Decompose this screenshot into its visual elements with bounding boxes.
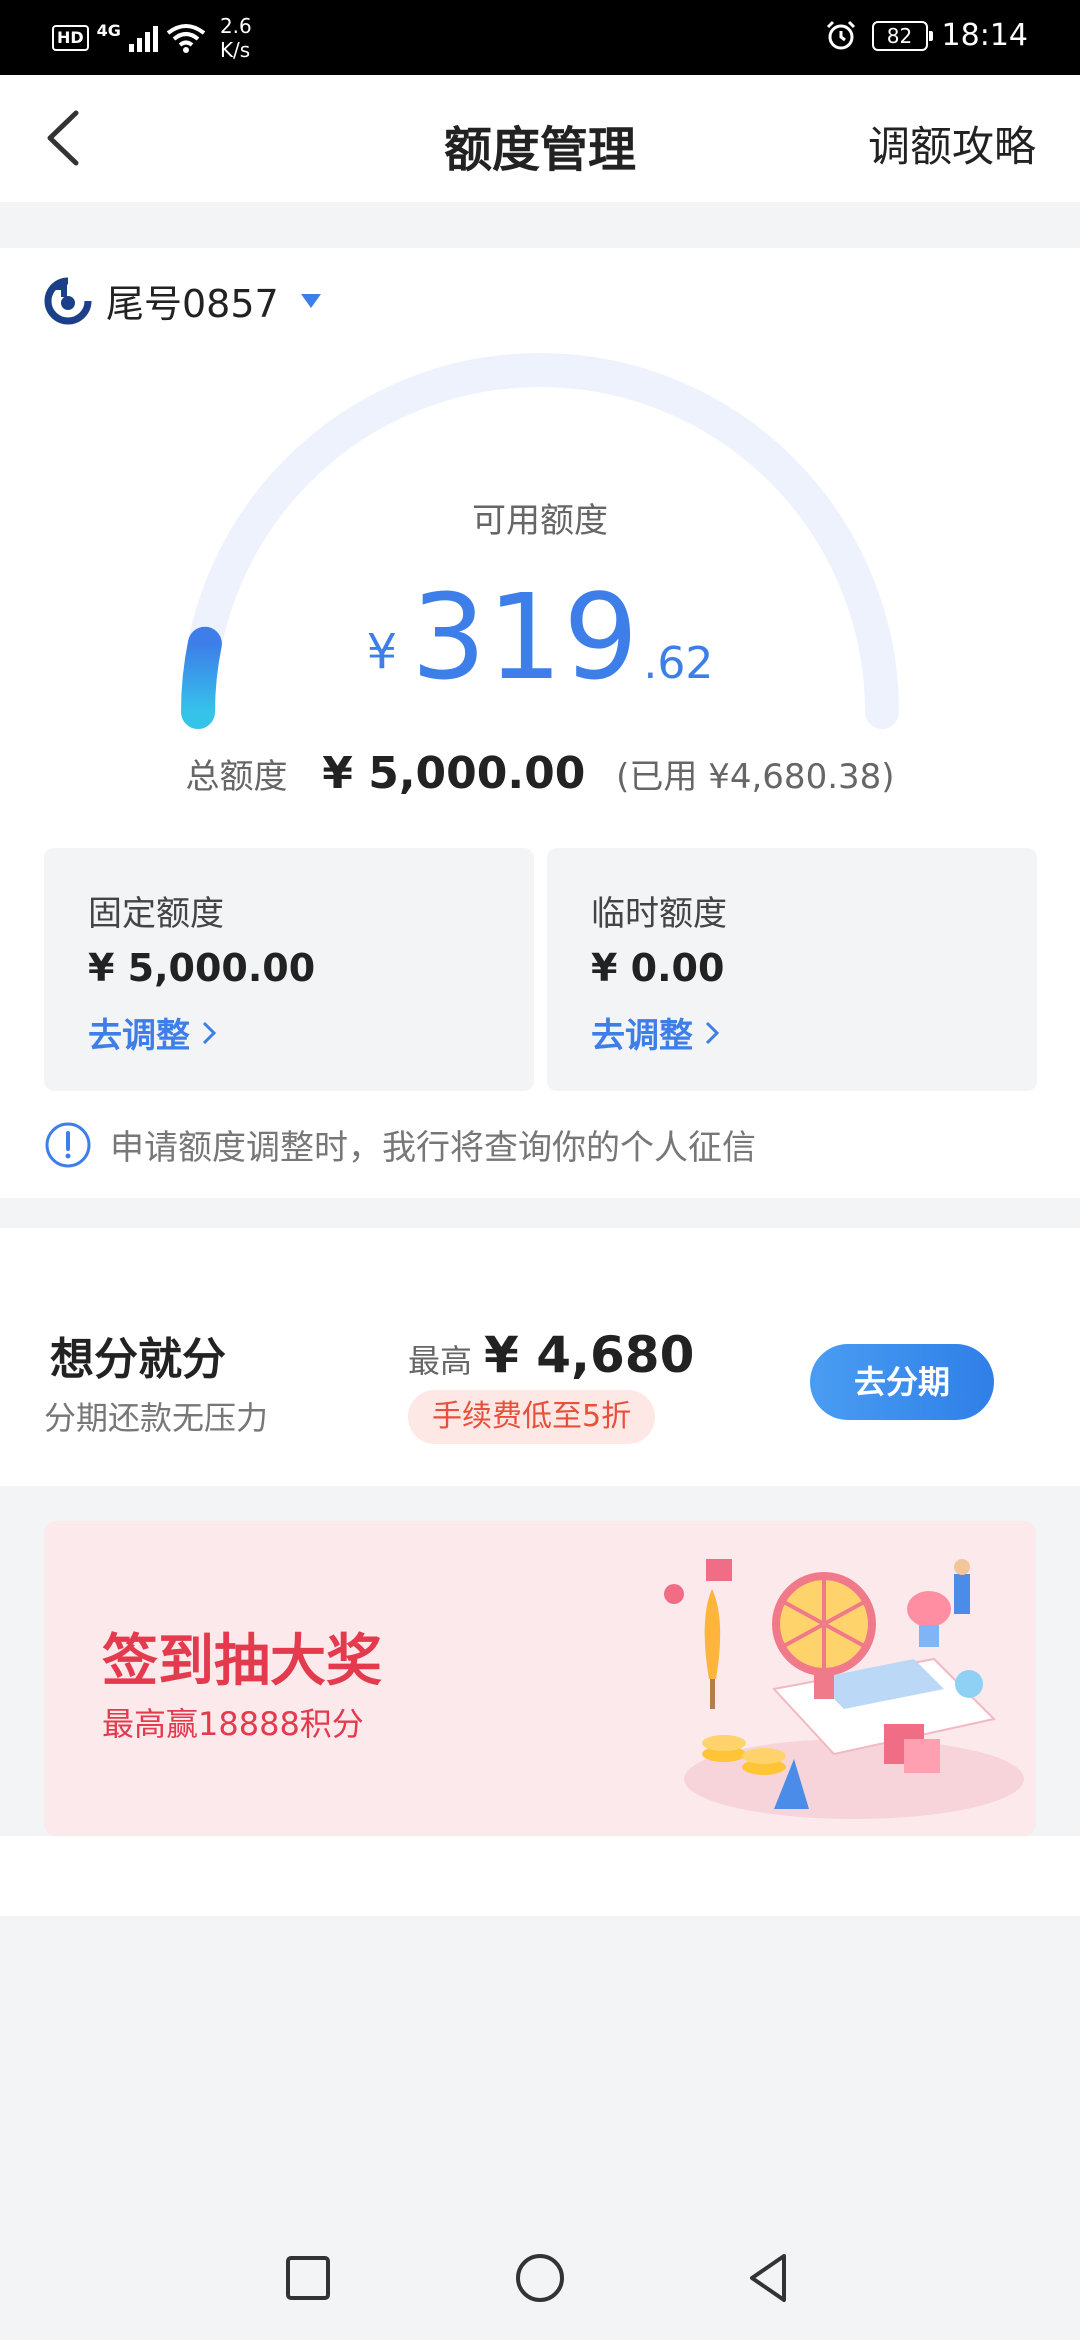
temp-limit-label: 临时额度 [591, 894, 727, 934]
app-header: 额度管理 调额攻略 [0, 75, 1080, 202]
home-icon[interactable] [510, 2248, 570, 2308]
clock: 18:14 [941, 18, 1028, 53]
fixed-limit-adjust-link[interactable]: 去调整 [88, 1008, 218, 1057]
adjust-strategy-link[interactable]: 调额攻略 [868, 113, 1036, 174]
currency-symbol: ¥ [366, 624, 398, 680]
temp-limit-value: ¥ 0.00 [591, 946, 725, 990]
adjust-label: 去调整 [88, 1016, 190, 1056]
available-integer: 319 [411, 568, 640, 706]
recents-icon[interactable] [278, 2248, 338, 2308]
notice-text: 申请额度调整时，我行将查询你的个人征信 [110, 1128, 756, 1168]
adjust-label: 去调整 [591, 1016, 693, 1056]
installment-subtitle: 分期还款无压力 [44, 1399, 269, 1437]
temp-limit-adjust-link[interactable]: 去调整 [591, 1008, 721, 1057]
max-value: ¥ 4,680 [484, 1326, 695, 1384]
fixed-limit-card: 固定额度 ¥ 5,000.00 去调整 [44, 848, 534, 1091]
credit-inquiry-notice: 申请额度调整时，我行将查询你的个人征信 [44, 1120, 756, 1169]
promo-section: 签到抽大奖 最高赢18888积分 [0, 1486, 1080, 1836]
available-credit-amount: ¥319.62 [0, 568, 1080, 706]
fixed-limit-value: ¥ 5,000.00 [88, 946, 316, 990]
available-decimal: .62 [643, 638, 714, 689]
total-credit-value: ¥ 5,000.00 [322, 748, 586, 799]
fixed-limit-label: 固定额度 [88, 894, 224, 934]
checkin-lottery-banner[interactable]: 签到抽大奖 最高赢18888积分 [44, 1521, 1036, 1836]
installment-card: 想分就分 分期还款无压力 最高 ¥ 4,680 手续费低至5折 去分期 [0, 1228, 1080, 1486]
total-credit-row: 总额度 ¥ 5,000.00 (已用 ¥4,680.38) [0, 748, 1080, 799]
network-speed: 2.6 K/s [219, 14, 252, 62]
alarm-icon [826, 20, 855, 49]
installment-title: 想分就分 [50, 1334, 226, 1385]
wifi-icon [166, 24, 206, 53]
back-nav-icon[interactable] [740, 2248, 800, 2308]
system-nav-bar [0, 2218, 1080, 2340]
spacer-strip [0, 1836, 1080, 1916]
network-type: 4G [96, 20, 121, 40]
battery-icon: 82 [871, 20, 933, 51]
used-credit-text: (已用 ¥4,680.38) [616, 757, 895, 797]
credit-summary-card: 尾号0857 可用额度 ¥319.62 总额度 ¥ 5,000.00 (已用 ¥… [0, 248, 1080, 1198]
status-bar: HD 4G 2.6 K/s 82 18:14 [0, 0, 1080, 75]
bank-logo-icon [44, 277, 92, 324]
installment-max: 最高 ¥ 4,680 [408, 1326, 694, 1384]
info-icon [45, 1122, 91, 1167]
chevron-right-icon [202, 1021, 217, 1044]
max-label: 最高 [408, 1342, 473, 1380]
dropdown-caret-icon [300, 293, 321, 308]
fee-discount-badge: 手续费低至5折 [408, 1390, 656, 1444]
banner-title: 签到抽大奖 [102, 1629, 382, 1694]
available-credit-label: 可用额度 [472, 501, 608, 541]
go-installment-button[interactable]: 去分期 [810, 1344, 994, 1420]
signal-icon [128, 24, 158, 52]
temp-limit-card: 临时额度 ¥ 0.00 去调整 [547, 848, 1037, 1091]
chevron-right-icon [705, 1021, 720, 1044]
banner-subtitle: 最高赢18888积分 [102, 1705, 364, 1743]
lottery-wheel-illustration [664, 1559, 1024, 1819]
total-credit-label: 总额度 [185, 757, 288, 797]
hd-badge: HD [52, 25, 89, 51]
